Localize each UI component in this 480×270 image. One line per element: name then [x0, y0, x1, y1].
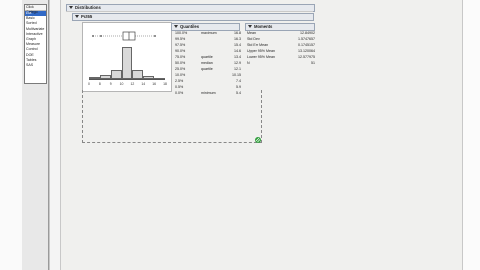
selection-outline [82, 90, 262, 143]
outlier-point [92, 35, 94, 37]
x-tick-label: 0 [88, 82, 90, 86]
moments-table: Mean 12.84902 Std Dev 1.5747657 Std Err Mean… [245, 30, 317, 66]
x-tick-label: 16 [152, 82, 157, 86]
outlier-box-plot[interactable] [83, 29, 171, 43]
resize-handle-icon[interactable] [254, 136, 262, 144]
distributions-title: Distributions [75, 5, 101, 10]
histogram-bar[interactable] [110, 70, 122, 79]
category-item[interactable]: SAS [25, 63, 46, 68]
x-tick-label: 18 [163, 82, 167, 86]
disclosure-triangle-icon[interactable] [248, 25, 252, 29]
x-tick-label: 14 [141, 82, 146, 86]
left-gutter [0, 0, 23, 270]
x-axis-line [89, 79, 165, 80]
histogram-bar[interactable] [132, 70, 144, 79]
variable-title: Pct65 [81, 14, 93, 19]
category-item[interactable]: Multivariate [25, 27, 46, 32]
outlier-point [154, 35, 156, 37]
variable-header[interactable]: Pct65 [72, 13, 314, 21]
outlier-point [100, 35, 102, 37]
disclosure-triangle-icon[interactable] [174, 25, 178, 29]
category-list[interactable]: Click Catego Eta Basic Sorted Multivariate I… [24, 4, 47, 84]
histogram-panel[interactable]: 0 8 9 10 12 14 16 18 [82, 22, 172, 92]
quantiles-table: 100.0% maximum 16.8 99.5% 16.3 97.5% 15.4 90.0%… [171, 30, 243, 96]
right-scrollbar[interactable] [462, 0, 480, 270]
sidebar-scrollbar[interactable] [49, 0, 61, 270]
x-tick-label: 10 [119, 82, 124, 86]
moment-row: N 51 [245, 60, 317, 66]
x-tick-label: 8 [98, 82, 101, 86]
moments-title: Moments [254, 24, 273, 29]
disclosure-triangle-icon[interactable] [75, 15, 79, 19]
histogram-bar[interactable] [121, 47, 133, 79]
moment-value: 51 [311, 61, 315, 65]
category-items: Eta Basic Sorted Multivariate Interactive Gra… [25, 11, 46, 68]
divider [66, 11, 313, 12]
x-tick-label: 12 [130, 82, 135, 86]
x-tick-label: 9 [109, 82, 112, 86]
moment-label: N [247, 61, 250, 65]
quantiles-title: Quantiles [180, 24, 200, 29]
disclosure-triangle-icon[interactable] [69, 6, 73, 10]
